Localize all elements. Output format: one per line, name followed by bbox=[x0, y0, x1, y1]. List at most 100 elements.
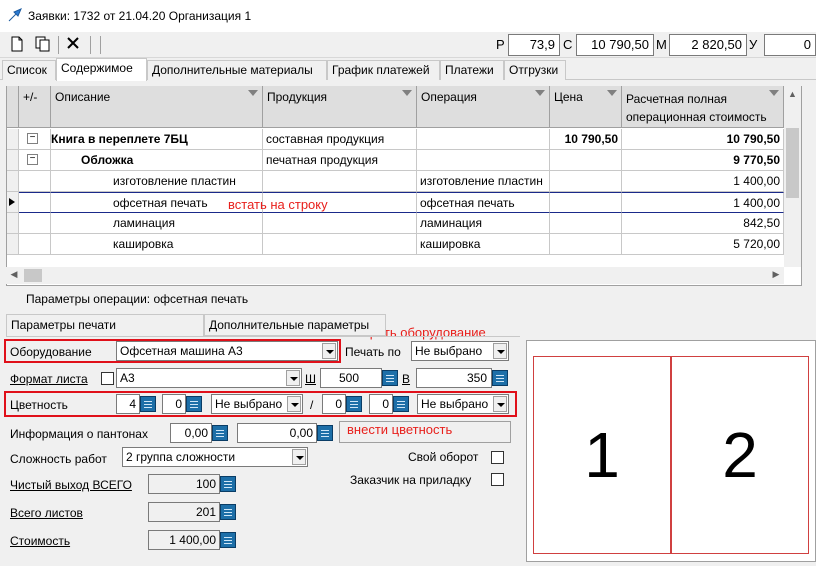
grid-cell-price[interactable] bbox=[550, 213, 622, 234]
grid-cell-desc[interactable]: изготовление пластин bbox=[51, 171, 263, 192]
format-dropdown-icon[interactable] bbox=[286, 370, 300, 386]
grid-cell-operation[interactable]: кашировка bbox=[417, 234, 550, 255]
subtab-additional-params[interactable]: Дополнительные параметры bbox=[204, 314, 386, 336]
row-indicator[interactable] bbox=[7, 213, 19, 234]
grid-cell-price[interactable]: 10 790,50 bbox=[550, 129, 622, 150]
grid-cell-price[interactable] bbox=[550, 150, 622, 171]
row-toggle[interactable] bbox=[19, 234, 51, 255]
horizontal-scrollbar[interactable]: ◀ ▶ bbox=[6, 267, 784, 284]
color-front-2[interactable]: 0 bbox=[162, 394, 186, 414]
total-sheets-label[interactable]: Всего листов bbox=[10, 506, 83, 520]
grid-cell-cost[interactable]: 1 400,00 bbox=[622, 171, 784, 192]
own-turnover-checkbox[interactable] bbox=[491, 451, 504, 464]
grid-cell-cost[interactable]: 10 790,50 bbox=[622, 129, 784, 150]
tab-additional-materials[interactable]: Дополнительные материалы bbox=[147, 60, 327, 80]
grid-cell-operation[interactable]: офсетная печать bbox=[417, 192, 550, 213]
grid-cell-desc[interactable]: Обложка bbox=[51, 150, 263, 171]
pantone-field-2[interactable]: 0,00 bbox=[237, 423, 317, 443]
grid-cell-product[interactable] bbox=[263, 171, 417, 192]
delete-icon[interactable] bbox=[64, 36, 82, 54]
tab-payments[interactable]: Платежи bbox=[440, 60, 504, 80]
row-indicator[interactable] bbox=[7, 234, 19, 255]
grid-cell-cost[interactable]: 5 720,00 bbox=[622, 234, 784, 255]
column-header-cost[interactable]: Расчетная полная операционная стоимость bbox=[622, 86, 784, 128]
row-indicator[interactable] bbox=[7, 129, 19, 150]
column-header-product[interactable]: Продукция bbox=[263, 86, 417, 128]
calculator-icon[interactable] bbox=[220, 504, 236, 520]
tab-contents[interactable]: Содержимое bbox=[56, 58, 147, 81]
calculator-icon[interactable] bbox=[346, 396, 362, 412]
scroll-thumb[interactable] bbox=[24, 269, 42, 282]
row-toggle[interactable]: − bbox=[19, 150, 51, 171]
grid-cell-price[interactable] bbox=[550, 171, 622, 192]
calculator-icon[interactable] bbox=[492, 370, 508, 386]
calculator-icon[interactable] bbox=[220, 532, 236, 548]
calculator-icon[interactable] bbox=[317, 425, 333, 441]
color-back-dropdown-icon[interactable] bbox=[493, 396, 507, 412]
grid-cell-price[interactable] bbox=[550, 192, 622, 213]
column-header-description[interactable]: Описание bbox=[51, 86, 263, 128]
vertical-scrollbar[interactable]: ▲ bbox=[784, 86, 801, 267]
format-select[interactable]: А3 bbox=[116, 368, 302, 388]
row-toggle[interactable] bbox=[19, 192, 51, 213]
tab-payment-schedule[interactable]: График платежей bbox=[327, 60, 440, 80]
column-header-operation[interactable]: Операция bbox=[417, 86, 550, 128]
grid-cell-operation[interactable]: изготовление пластин bbox=[417, 171, 550, 192]
scroll-thumb[interactable] bbox=[786, 128, 799, 198]
scroll-left-icon[interactable]: ◀ bbox=[8, 269, 20, 280]
format-label[interactable]: Формат листа bbox=[10, 372, 88, 386]
calculator-icon[interactable] bbox=[212, 425, 228, 441]
column-header-price[interactable]: Цена bbox=[550, 86, 622, 128]
customer-makeready-checkbox[interactable] bbox=[491, 473, 504, 486]
collapse-icon[interactable]: − bbox=[27, 133, 38, 144]
grid-cell-cost[interactable]: 842,50 bbox=[622, 213, 784, 234]
collapse-icon[interactable]: − bbox=[27, 154, 38, 165]
subtab-print-params[interactable]: Параметры печати bbox=[6, 314, 204, 336]
grid-cell-cost[interactable]: 9 770,50 bbox=[622, 150, 784, 171]
row-indicator[interactable] bbox=[7, 150, 19, 171]
grid-cell-operation[interactable]: ламинация bbox=[417, 213, 550, 234]
complexity-dropdown-icon[interactable] bbox=[292, 449, 306, 465]
calculator-icon[interactable] bbox=[186, 396, 202, 412]
grid-cell-desc[interactable]: кашировка bbox=[51, 234, 263, 255]
row-toggle[interactable] bbox=[19, 171, 51, 192]
net-output-label[interactable]: Чистый выход ВСЕГО bbox=[10, 478, 132, 492]
grid-cell-operation[interactable] bbox=[417, 129, 550, 150]
equipment-dropdown-icon[interactable] bbox=[322, 343, 336, 359]
color-front-1[interactable]: 4 bbox=[116, 394, 140, 414]
column-header-toggle[interactable]: +/- bbox=[19, 86, 51, 128]
row-toggle[interactable]: − bbox=[19, 129, 51, 150]
calculator-icon[interactable] bbox=[382, 370, 398, 386]
row-toggle[interactable] bbox=[19, 213, 51, 234]
tab-shipments[interactable]: Отгрузки bbox=[504, 60, 566, 80]
format-checkbox[interactable] bbox=[101, 372, 114, 385]
cost-label[interactable]: Стоимость bbox=[10, 534, 70, 548]
complexity-select[interactable]: 2 группа сложности bbox=[122, 447, 308, 467]
grid-cell-desc[interactable]: Книга в переплете 7БЦ bbox=[51, 129, 263, 150]
grid-cell-product[interactable] bbox=[263, 234, 417, 255]
grid-cell-product[interactable]: составная продукция bbox=[263, 129, 417, 150]
grid-cell-desc[interactable]: ламинация bbox=[51, 213, 263, 234]
calculator-icon[interactable] bbox=[220, 476, 236, 492]
scroll-right-icon[interactable]: ▶ bbox=[770, 269, 782, 280]
calculator-icon[interactable] bbox=[140, 396, 156, 412]
copy-icon[interactable] bbox=[34, 36, 52, 54]
width-field[interactable]: 500 bbox=[320, 368, 382, 388]
grid-cell-operation[interactable] bbox=[417, 150, 550, 171]
grid-cell-product[interactable] bbox=[263, 213, 417, 234]
grid-cell-product[interactable]: печатная продукция bbox=[263, 150, 417, 171]
grid-cell-price[interactable] bbox=[550, 234, 622, 255]
color-back-2[interactable]: 0 bbox=[369, 394, 393, 414]
height-field[interactable]: 350 bbox=[416, 368, 492, 388]
calculator-icon[interactable] bbox=[393, 396, 409, 412]
equipment-select[interactable]: Офсетная машина А3 bbox=[116, 341, 338, 361]
print-on-dropdown-icon[interactable] bbox=[493, 343, 507, 359]
color-front-dropdown-icon[interactable] bbox=[287, 396, 301, 412]
row-indicator[interactable] bbox=[7, 171, 19, 192]
new-doc-icon[interactable] bbox=[8, 36, 26, 54]
scroll-up-icon[interactable]: ▲ bbox=[784, 86, 801, 128]
color-back-1[interactable]: 0 bbox=[322, 394, 346, 414]
tab-list[interactable]: Список bbox=[2, 60, 56, 80]
pantone-field-1[interactable]: 0,00 bbox=[170, 423, 212, 443]
row-indicator[interactable] bbox=[7, 192, 19, 213]
